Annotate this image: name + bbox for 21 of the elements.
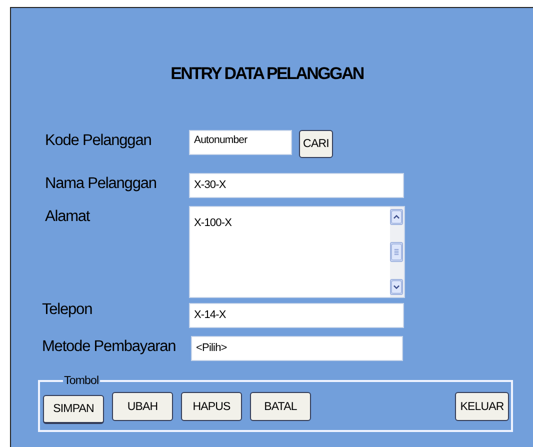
field-label: Alamat bbox=[44, 208, 91, 226]
text-field[interactable]: X-14-X bbox=[189, 303, 404, 328]
group-legend: Tombol bbox=[63, 375, 100, 387]
action-button[interactable]: BATAL bbox=[250, 392, 311, 421]
field-label: Kode Pelanggan bbox=[44, 132, 152, 150]
action-button[interactable]: KELUAR bbox=[455, 392, 509, 421]
scroll-up-icon[interactable] bbox=[390, 209, 403, 225]
scroll-thumb[interactable] bbox=[390, 242, 403, 262]
form-title: ENTRY DATA PELANGGAN bbox=[170, 64, 364, 84]
field-label: Nama Pelanggan bbox=[44, 175, 158, 193]
field-label: Telepon bbox=[41, 301, 94, 319]
payment-method-field[interactable]: <Pilih> bbox=[191, 336, 403, 361]
action-button[interactable]: SIMPAN bbox=[43, 395, 104, 424]
text-field[interactable]: X-30-X bbox=[189, 173, 404, 198]
action-button[interactable]: UBAH bbox=[112, 392, 173, 421]
search-button[interactable]: CARI bbox=[299, 130, 333, 158]
scroll-down-icon[interactable] bbox=[390, 279, 403, 295]
code-field[interactable]: Autonumber bbox=[189, 130, 292, 155]
action-button[interactable]: HAPUS bbox=[181, 392, 242, 421]
address-field[interactable]: X-100-X bbox=[189, 206, 405, 298]
field-label: Metode Pembayaran bbox=[41, 338, 177, 356]
